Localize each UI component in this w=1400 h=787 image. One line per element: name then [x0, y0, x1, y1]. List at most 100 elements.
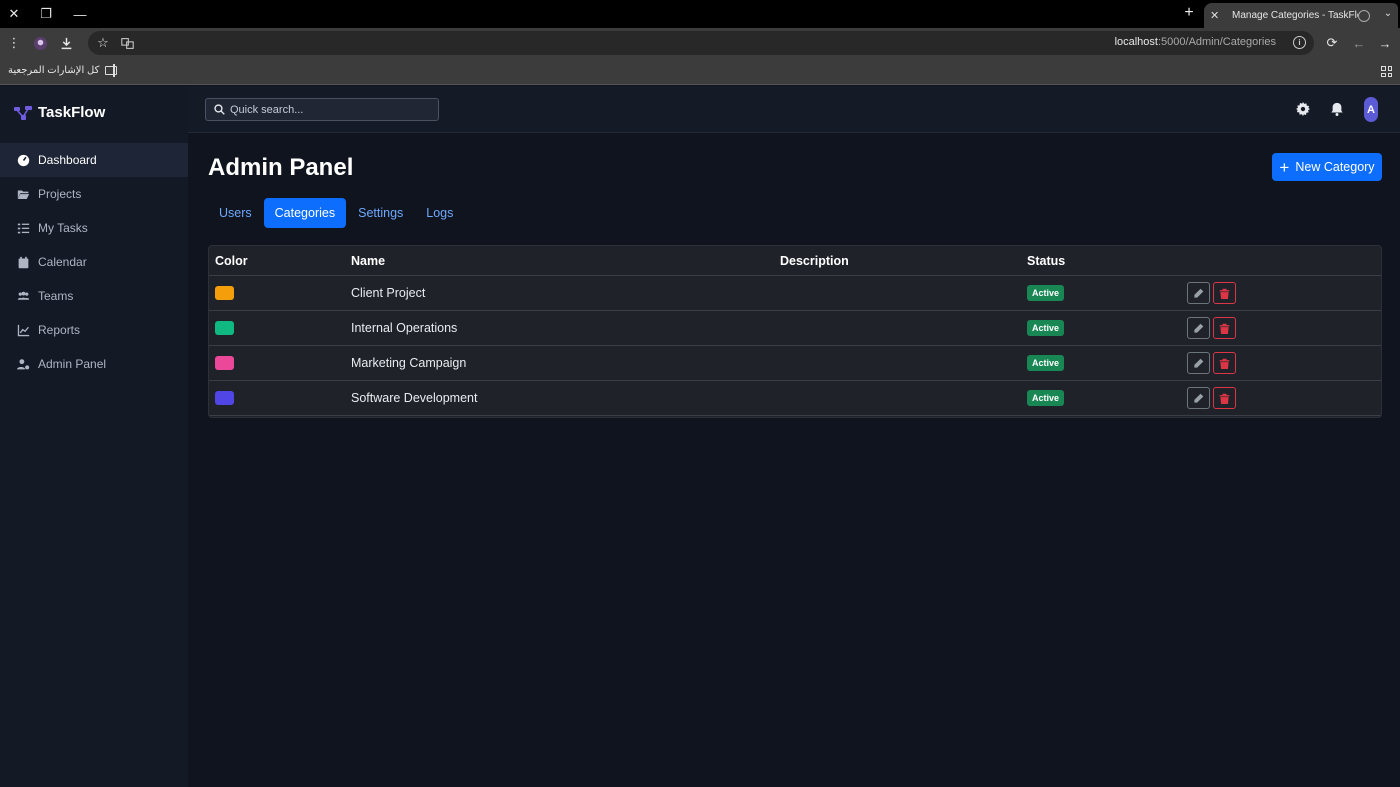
color-swatch: [215, 321, 234, 335]
sidebar-item-label: Projects: [38, 187, 82, 201]
table-header-row: Color Name Description Status: [209, 246, 1381, 276]
status-cell: Active: [1027, 381, 1065, 415]
delete-button[interactable]: [1213, 317, 1236, 339]
bookmarks-separator: [113, 64, 115, 77]
column-header-description: Description: [780, 253, 849, 268]
color-cell: [215, 346, 234, 380]
profile-icon[interactable]: [31, 34, 49, 52]
tab-logs[interactable]: Logs: [415, 198, 464, 228]
status-cell: Active: [1027, 311, 1065, 345]
sidebar-item-calendar[interactable]: Calendar: [0, 245, 188, 279]
page-title: Admin Panel: [208, 154, 354, 181]
sidebar-item-label: Dashboard: [38, 153, 97, 167]
back-arrow-icon[interactable]: ←: [1350, 34, 1368, 52]
trash-icon: [1219, 323, 1230, 334]
browser-tab[interactable]: ✕ Manage Categories - TaskFlow: [1204, 3, 1398, 28]
sidebar: TaskFlow Dashboard Projects My Tasks Cal…: [0, 86, 188, 787]
notification-bell-icon[interactable]: [1329, 101, 1345, 117]
color-swatch: [215, 286, 234, 300]
browser-tabstrip: ✕ ❐ — + ✕ Manage Categories - TaskFlow ⌄: [0, 0, 1400, 28]
user-gear-icon: [16, 357, 30, 371]
chart-line-icon: [16, 323, 30, 337]
search-icon: [214, 104, 225, 115]
new-category-button[interactable]: + New Category: [1272, 153, 1382, 181]
calendar-icon: [16, 255, 30, 269]
pencil-icon: [1194, 393, 1204, 403]
tab-categories[interactable]: Categories: [263, 198, 347, 228]
edit-button[interactable]: [1187, 352, 1210, 374]
status-badge: Active: [1027, 390, 1065, 406]
edit-button[interactable]: [1187, 317, 1210, 339]
table-row: Internal Operations Active: [209, 311, 1381, 346]
status-badge: Active: [1027, 285, 1065, 301]
sidebar-item-label: Reports: [38, 323, 81, 337]
tab-users[interactable]: Users: [208, 198, 263, 228]
taskflow-logo-icon: [14, 105, 32, 120]
column-header-color: Color: [215, 253, 248, 268]
download-icon[interactable]: [57, 34, 75, 52]
edit-button[interactable]: [1187, 282, 1210, 304]
category-name: Client Project: [351, 286, 426, 300]
pencil-icon: [1194, 323, 1204, 333]
table-row: Software Development Active: [209, 381, 1381, 416]
status-cell: Active: [1027, 346, 1065, 380]
status-badge: Active: [1027, 320, 1065, 336]
category-name: Internal Operations: [351, 321, 458, 335]
delete-button[interactable]: [1213, 352, 1236, 374]
tasks-list-icon: [16, 221, 30, 235]
site-info-icon[interactable]: i: [1293, 36, 1306, 49]
folder-icon: [105, 66, 118, 75]
sidebar-item-admin-panel[interactable]: Admin Panel: [0, 347, 188, 381]
tab-title: Manage Categories - TaskFlow: [1232, 10, 1358, 21]
close-window-icon[interactable]: ✕: [2, 0, 26, 28]
restore-window-icon[interactable]: ❐: [34, 0, 58, 28]
brand[interactable]: TaskFlow: [14, 104, 105, 121]
sidebar-item-label: Admin Panel: [38, 357, 107, 371]
address-bar[interactable]: ☆ localhost:5000/Admin/Categories i: [88, 31, 1314, 55]
row-actions: [1187, 381, 1239, 415]
color-cell: [215, 381, 234, 415]
url-text: localhost:5000/Admin/Categories: [1114, 36, 1276, 48]
category-name: Marketing Campaign: [351, 356, 467, 370]
globe-icon: [1358, 9, 1370, 22]
color-cell: [215, 276, 234, 310]
tab-search-icon[interactable]: ⌄: [1378, 3, 1398, 23]
delete-button[interactable]: [1213, 387, 1236, 409]
search-input[interactable]: [230, 103, 430, 116]
bookmark-star-icon[interactable]: ☆: [94, 34, 112, 52]
delete-button[interactable]: [1213, 282, 1236, 304]
close-tab-icon[interactable]: ✕: [1210, 9, 1222, 22]
sidebar-item-projects[interactable]: Projects: [0, 177, 188, 211]
users-icon: [16, 289, 30, 303]
forward-arrow-icon[interactable]: →: [1376, 34, 1394, 52]
sidebar-item-label: My Tasks: [38, 221, 88, 235]
settings-gear-icon[interactable]: [1295, 101, 1311, 117]
translate-icon[interactable]: [118, 34, 136, 52]
search-box[interactable]: [205, 98, 439, 121]
sidebar-item-dashboard[interactable]: Dashboard: [0, 143, 188, 177]
color-swatch: [215, 391, 234, 405]
sidebar-item-teams[interactable]: Teams: [0, 279, 188, 313]
sidebar-item-reports[interactable]: Reports: [0, 313, 188, 347]
edit-button[interactable]: [1187, 387, 1210, 409]
bookmarks-bar: كل الإشارات المرجعية: [0, 58, 1400, 85]
menu-dots-icon[interactable]: ⋮: [5, 34, 23, 52]
apps-grid-icon[interactable]: [1381, 66, 1392, 77]
folder-open-icon: [16, 187, 30, 201]
new-tab-icon[interactable]: +: [1180, 4, 1198, 22]
trash-icon: [1219, 358, 1230, 369]
all-bookmarks-button[interactable]: كل الإشارات المرجعية: [8, 65, 118, 76]
sidebar-item-my-tasks[interactable]: My Tasks: [0, 211, 188, 245]
table-row: Client Project Active: [209, 276, 1381, 311]
user-avatar[interactable]: A: [1364, 97, 1378, 122]
reload-icon[interactable]: ⟳: [1323, 34, 1341, 52]
category-name: Software Development: [351, 391, 478, 405]
sidebar-nav: Dashboard Projects My Tasks Calendar Tea…: [0, 143, 188, 381]
tab-settings[interactable]: Settings: [347, 198, 414, 228]
dashboard-gauge-icon: [16, 153, 30, 167]
app-topbar: A: [188, 86, 1400, 133]
sidebar-item-label: Calendar: [38, 255, 87, 269]
categories-table: Color Name Description Status Client Pro…: [208, 245, 1382, 418]
browser-toolbar: ⋮ ☆ localhost:5000/Admin/Categories i ⟳ …: [0, 28, 1400, 58]
minimize-window-icon[interactable]: —: [68, 0, 92, 28]
